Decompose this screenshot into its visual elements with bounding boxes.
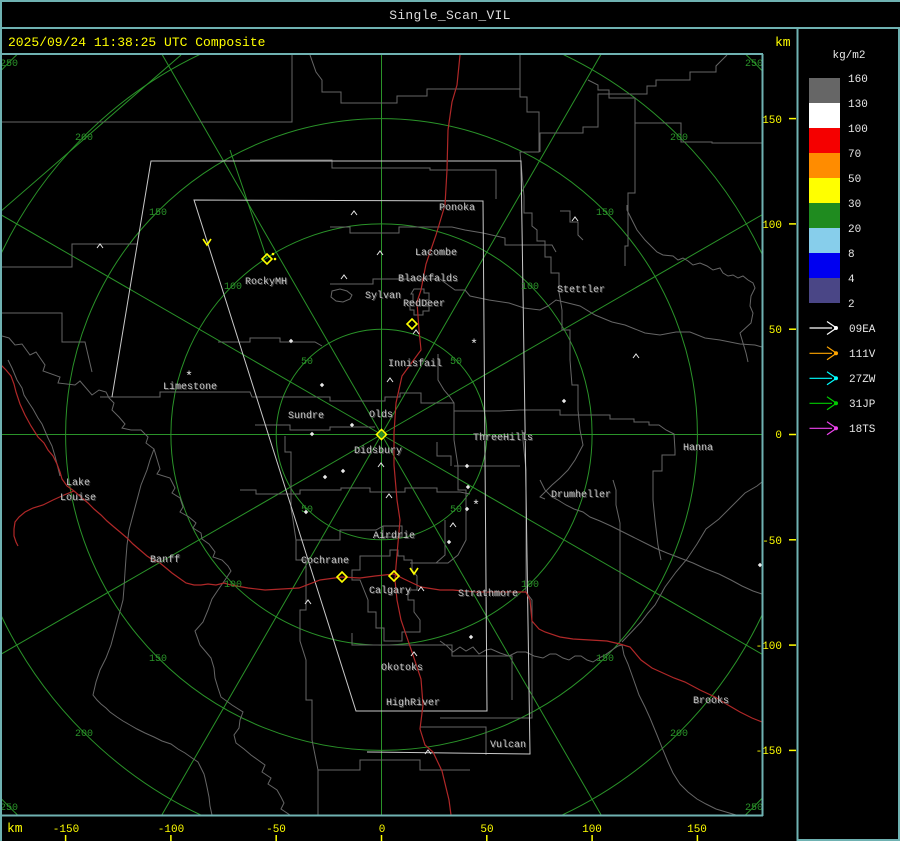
svg-text:200: 200 (670, 729, 688, 740)
svg-text:111V: 111V (849, 349, 876, 361)
svg-text:Okotoks: Okotoks (381, 662, 423, 674)
svg-text:Drumheller: Drumheller (551, 489, 611, 501)
svg-text:Airdrie: Airdrie (373, 530, 415, 542)
svg-text:200: 200 (75, 729, 93, 740)
svg-text:2: 2 (848, 299, 855, 311)
svg-text:09EA: 09EA (849, 324, 876, 336)
svg-text:50: 50 (450, 505, 462, 516)
svg-text:Olds: Olds (369, 409, 393, 421)
svg-text:Hanna: Hanna (683, 443, 713, 454)
svg-text:Banff: Banff (150, 554, 180, 566)
svg-text:-50: -50 (266, 824, 286, 836)
svg-text:150: 150 (596, 654, 614, 665)
svg-text:km: km (7, 821, 23, 836)
svg-text:-150: -150 (53, 824, 79, 836)
svg-text:-100: -100 (756, 641, 782, 653)
svg-text:Calgary: Calgary (369, 585, 411, 597)
svg-text:Didsbury: Didsbury (354, 445, 402, 457)
svg-text:250: 250 (0, 803, 18, 814)
svg-text:250: 250 (745, 59, 763, 70)
svg-text:Lacombe: Lacombe (415, 247, 457, 259)
svg-text:150: 150 (762, 115, 782, 127)
svg-text:150: 150 (687, 824, 707, 836)
svg-text:Stettler: Stettler (557, 284, 605, 296)
svg-text:50: 50 (301, 505, 313, 516)
svg-text:50: 50 (769, 325, 782, 337)
svg-text:Brooks: Brooks (693, 695, 729, 707)
svg-text:RockyMH: RockyMH (245, 276, 287, 288)
svg-text:*: * (472, 498, 480, 513)
svg-text:ThreeHills: ThreeHills (473, 432, 533, 444)
svg-text:100: 100 (582, 824, 602, 836)
svg-text:0: 0 (775, 430, 782, 442)
svg-text:*: * (470, 337, 478, 352)
svg-text:27ZW: 27ZW (849, 374, 876, 386)
svg-text:70: 70 (848, 149, 861, 161)
svg-text:100: 100 (224, 282, 242, 293)
svg-text:100: 100 (224, 580, 242, 591)
svg-text:4: 4 (848, 274, 855, 286)
svg-text:150: 150 (149, 208, 167, 219)
svg-text:Sylvan: Sylvan (365, 290, 401, 302)
svg-text:Blackfalds: Blackfalds (398, 273, 458, 285)
svg-text:Lake: Lake (66, 477, 90, 489)
svg-text:Sundre: Sundre (288, 410, 324, 422)
svg-text:Louise: Louise (60, 492, 96, 504)
svg-text:*: * (185, 369, 193, 384)
svg-text:0: 0 (379, 824, 386, 836)
svg-text:RedDeer: RedDeer (403, 298, 445, 310)
svg-text:Innisfail: Innisfail (388, 358, 442, 370)
svg-text:30: 30 (848, 199, 861, 211)
svg-text:kg/m2: kg/m2 (832, 50, 865, 62)
svg-text:200: 200 (670, 133, 688, 144)
svg-text:Vulcan: Vulcan (490, 739, 526, 751)
svg-text:50: 50 (848, 174, 861, 186)
svg-text:250: 250 (0, 59, 18, 70)
svg-text:150: 150 (149, 654, 167, 665)
svg-text:100: 100 (521, 282, 539, 293)
svg-text:200: 200 (75, 133, 93, 144)
svg-text:Ponoka: Ponoka (439, 202, 475, 214)
svg-text:km: km (775, 35, 791, 50)
svg-text:160: 160 (848, 74, 868, 86)
svg-text:20: 20 (848, 224, 861, 236)
svg-text:Cochrane: Cochrane (301, 555, 349, 567)
svg-text:-150: -150 (756, 746, 782, 758)
svg-text:100: 100 (848, 124, 868, 136)
svg-text:18TS: 18TS (849, 424, 876, 436)
svg-text:50: 50 (301, 357, 313, 368)
svg-text:250: 250 (745, 803, 763, 814)
svg-text:2025/09/24 11:38:25 UTC Compos: 2025/09/24 11:38:25 UTC Composite (8, 35, 265, 50)
svg-text:130: 130 (848, 99, 868, 111)
svg-text:Strathmore: Strathmore (458, 588, 518, 600)
svg-text:50: 50 (450, 357, 462, 368)
svg-text:150: 150 (596, 208, 614, 219)
svg-text:8: 8 (848, 249, 855, 261)
svg-text:-50: -50 (762, 536, 782, 548)
svg-text:100: 100 (762, 220, 782, 232)
svg-text:HighRiver: HighRiver (386, 697, 440, 709)
svg-text:-100: -100 (158, 824, 184, 836)
svg-text:Single_Scan_VIL: Single_Scan_VIL (389, 8, 511, 23)
svg-text:50: 50 (480, 824, 493, 836)
svg-text:31JP: 31JP (849, 399, 876, 411)
svg-text:100: 100 (521, 580, 539, 591)
